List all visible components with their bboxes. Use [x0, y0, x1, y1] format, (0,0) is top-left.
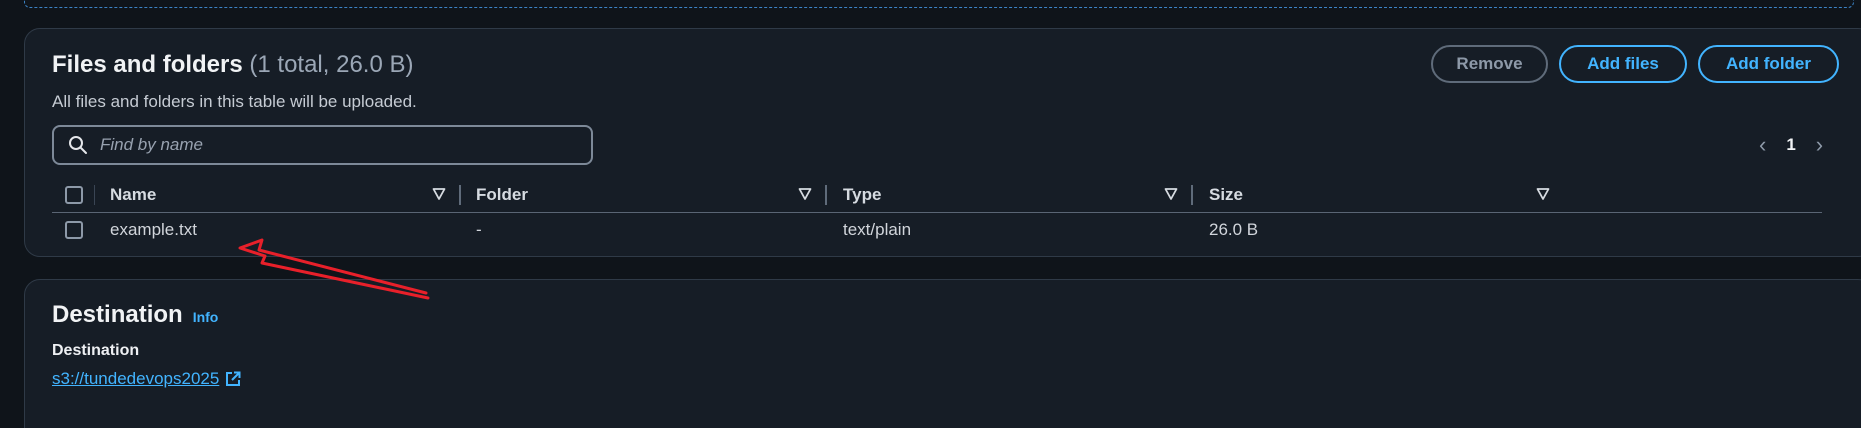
column-header-name[interactable]: Name	[110, 177, 156, 212]
table-header: Name Folder Type Size	[52, 177, 1822, 213]
page-number[interactable]: 1	[1786, 135, 1795, 155]
destination-link-text[interactable]: s3://tundedevops2025	[52, 369, 219, 389]
pagination: ‹ 1 ›	[1759, 132, 1823, 158]
destination-label: Destination	[52, 342, 140, 359]
file-folder: -	[476, 220, 482, 239]
add-files-button[interactable]: Add files	[1559, 45, 1687, 83]
search-icon	[68, 135, 88, 155]
destination-title: Destination Info	[52, 301, 218, 329]
chevron-right-icon[interactable]: ›	[1816, 132, 1823, 158]
column-divider	[94, 185, 95, 205]
remove-button[interactable]: Remove	[1431, 45, 1548, 83]
external-link-icon	[226, 371, 241, 386]
column-header-size[interactable]: Size	[1209, 177, 1243, 212]
search-box	[52, 125, 593, 165]
table-row[interactable]: example.txt - text/plain 26.0 B	[52, 213, 1822, 247]
files-panel-description: All files and folders in this table will…	[52, 92, 417, 111]
column-resize-handle[interactable]	[825, 185, 827, 205]
info-link[interactable]: Info	[193, 309, 219, 325]
page: Files and folders (1 total, 26.0 B) All …	[0, 0, 1861, 428]
column-resize-handle[interactable]	[459, 185, 461, 205]
destination-link[interactable]: s3://tundedevops2025	[52, 369, 241, 389]
column-header-folder[interactable]: Folder	[476, 177, 528, 212]
file-type: text/plain	[843, 220, 912, 239]
select-all-cell	[65, 177, 83, 212]
select-all-checkbox[interactable]	[65, 185, 83, 204]
destination-panel: Destination Info Destination s3://tunded…	[24, 279, 1861, 428]
files-table: Name Folder Type Size example.txt - text…	[52, 177, 1822, 247]
row-select-cell	[65, 213, 83, 247]
dropzone-border	[24, 0, 1854, 8]
files-panel-counter: (1 total, 26.0 B)	[249, 51, 414, 78]
sort-icon[interactable]	[1164, 187, 1178, 201]
destination-title-text: Destination	[52, 301, 183, 328]
file-size: 26.0 B	[1209, 220, 1259, 239]
sort-icon[interactable]	[1536, 187, 1550, 201]
files-panel-title: Files and folders (1 total, 26.0 B)	[52, 51, 413, 79]
search-input[interactable]	[98, 134, 591, 156]
files-panel-title-text: Files and folders	[52, 51, 243, 78]
column-resize-handle[interactable]	[1191, 185, 1193, 205]
column-header-type[interactable]: Type	[843, 177, 881, 212]
files-and-folders-panel: Files and folders (1 total, 26.0 B) All …	[24, 28, 1861, 257]
file-name: example.txt	[110, 220, 197, 239]
add-folder-button[interactable]: Add folder	[1698, 45, 1839, 83]
row-checkbox[interactable]	[65, 221, 83, 239]
chevron-left-icon[interactable]: ‹	[1759, 132, 1766, 158]
sort-icon[interactable]	[432, 187, 446, 201]
sort-icon[interactable]	[798, 187, 812, 201]
